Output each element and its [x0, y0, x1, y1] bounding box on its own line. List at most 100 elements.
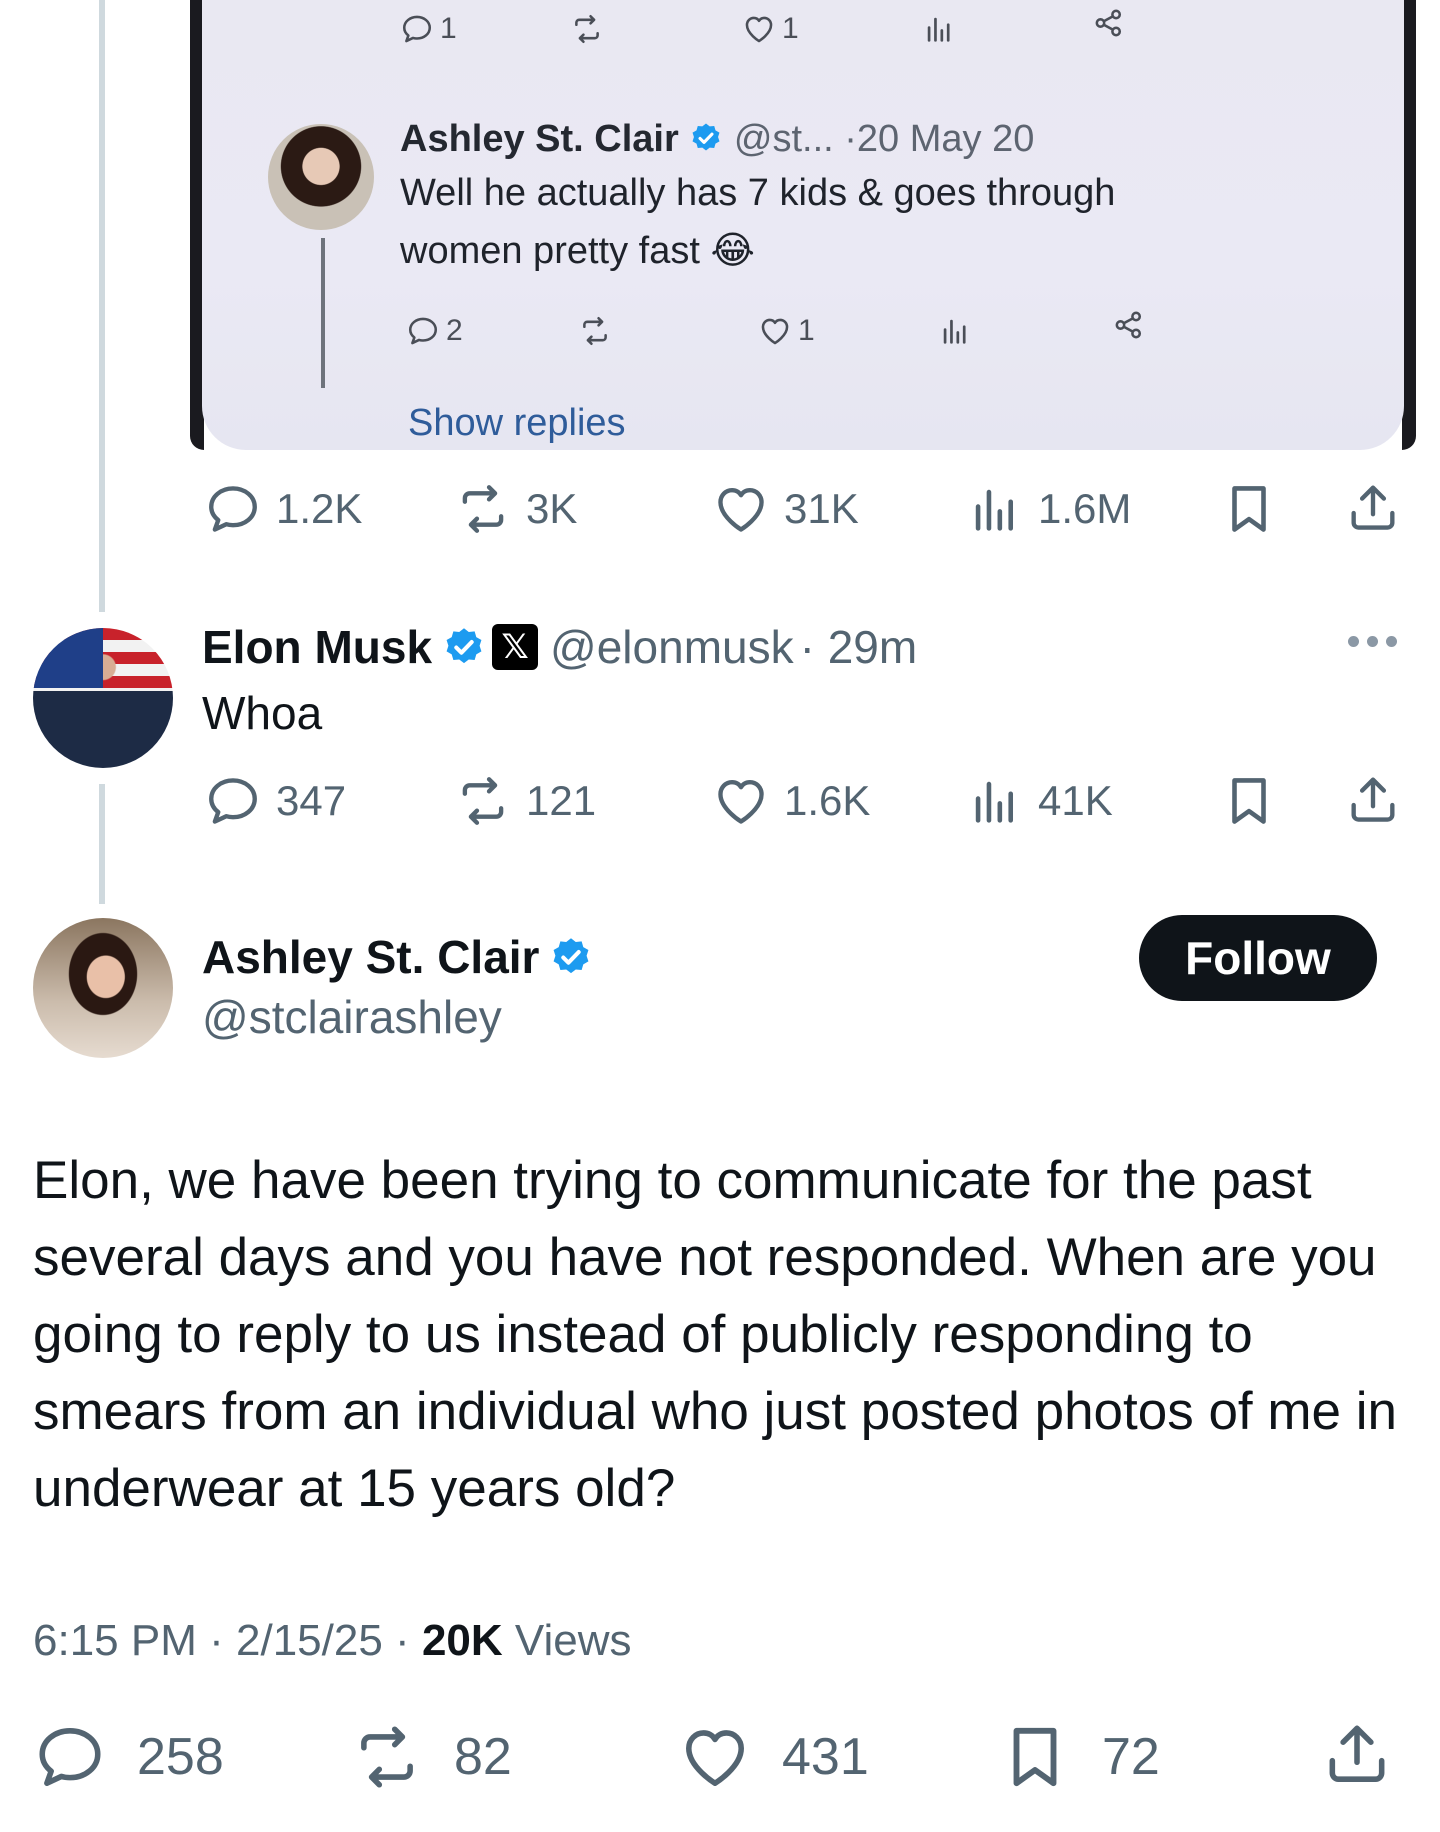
parent-views-count: 1.6M [1038, 485, 1132, 532]
elon-tweet-text: Whoa [202, 687, 323, 739]
elon-like-count: 1.6K [784, 777, 871, 824]
tweet-time[interactable]: 6:15 PM [33, 1616, 197, 1665]
parent-share-button[interactable] [1344, 478, 1416, 536]
like-icon [758, 314, 792, 348]
elon-views-button[interactable]: 41K [966, 772, 1113, 830]
repost-icon [350, 1720, 424, 1794]
verified-badge-icon [689, 121, 723, 155]
embed-like2-action: 1 [758, 314, 815, 348]
embed-reply2-action: 2 [406, 314, 463, 348]
thread-line-top [99, 0, 105, 612]
views-label: Views [514, 1616, 632, 1665]
ashley-author-name[interactable]: Ashley St. Clair [202, 930, 539, 984]
main-repost-count: 82 [454, 1728, 512, 1786]
elon-reply-count: 347 [276, 777, 347, 824]
like-icon [742, 12, 776, 46]
embed-handle: @st... [733, 118, 834, 160]
bookmark-icon [1220, 772, 1278, 830]
embed-reply-count: 1 [440, 12, 457, 45]
views-icon [966, 772, 1024, 830]
more-options-icon[interactable] [1348, 636, 1397, 647]
parent-reply-count: 1.2K [276, 485, 363, 532]
like-icon [712, 772, 770, 830]
embed-author-name: Ashley St. Clair [400, 118, 679, 160]
reply-icon [204, 480, 262, 538]
tweet-meta: 6:15 PM · 2/15/25 · 20K Views [33, 1616, 631, 1666]
meta-separator: · [209, 1616, 236, 1665]
embed-tweet-text: Well he actually has 7 kids & goes throu… [400, 172, 1116, 272]
elon-repost-button[interactable]: 121 [454, 772, 596, 830]
reply-icon [204, 772, 262, 830]
share-icon [1344, 770, 1402, 828]
embed-share2-action [1112, 308, 1146, 342]
main-reply-count: 258 [137, 1728, 224, 1786]
like-icon [678, 1720, 752, 1794]
embed-views-action [922, 12, 956, 46]
elon-share-button[interactable] [1344, 770, 1416, 828]
embed-views2-action [938, 314, 972, 348]
ashley-handle[interactable]: @stclairashley [202, 990, 502, 1044]
main-repost-button[interactable]: 82 [350, 1720, 512, 1794]
x-affiliation-icon: 𝕏 [492, 624, 539, 670]
repost-icon [454, 772, 512, 830]
reply-icon [406, 314, 440, 348]
bookmark-icon [998, 1720, 1072, 1794]
embed-show-replies: Show replies [408, 402, 626, 444]
views-icon [966, 480, 1024, 538]
elon-bookmark-button[interactable] [1220, 772, 1292, 830]
parent-views-button[interactable]: 1.6M [966, 480, 1131, 538]
views-count: 20K [421, 1616, 503, 1665]
main-like-button[interactable]: 431 [678, 1720, 869, 1794]
embed-repost2-action [578, 314, 612, 348]
parent-like-button[interactable]: 31K [712, 480, 859, 538]
follow-button[interactable]: Follow [1139, 915, 1377, 1001]
main-reply-button[interactable]: 258 [33, 1720, 224, 1794]
embed-share-action [1092, 6, 1126, 40]
photo-frame-right [1402, 0, 1416, 450]
elon-repost-count: 121 [526, 777, 597, 824]
elon-author-row: Elon Musk 𝕏 @elonmusk · 29m [202, 620, 917, 674]
elon-reply-button[interactable]: 347 [204, 772, 346, 830]
share-nodes-icon [1112, 308, 1146, 342]
embed-date: ·20 May 20 [844, 118, 1035, 160]
embed-like-action: 1 [742, 12, 799, 46]
elon-author-name[interactable]: Elon Musk [202, 620, 432, 674]
main-share-button[interactable] [1320, 1716, 1394, 1790]
verified-badge-icon [442, 625, 486, 669]
elon-time: · 29m [799, 621, 918, 673]
main-bookmark-count: 72 [1102, 1728, 1160, 1786]
elon-handle[interactable]: @elonmusk [550, 620, 794, 674]
share-nodes-icon [1092, 6, 1126, 40]
verified-badge-icon [549, 935, 593, 979]
embed-repost-action [570, 12, 604, 46]
parent-reply-button[interactable]: 1.2K [204, 480, 362, 538]
views-icon [922, 12, 956, 46]
main-tweet-text: Elon, we have been trying to communicate… [33, 1151, 1397, 1518]
meta-separator: · [395, 1616, 422, 1665]
elon-like-button[interactable]: 1.6K [712, 772, 870, 830]
parent-bookmark-button[interactable] [1220, 480, 1292, 538]
avatar-ashley[interactable] [33, 918, 173, 1058]
embed-avatar [268, 124, 374, 230]
views-icon [938, 314, 972, 348]
embedded-photo[interactable]: 1 1 Ashley St. Clair @st... ·20 May 20 W… [202, 0, 1404, 450]
elon-views-count: 41K [1038, 777, 1113, 824]
main-bookmark-button[interactable]: 72 [998, 1720, 1160, 1794]
repost-icon [454, 480, 512, 538]
reply-icon [400, 12, 434, 46]
ashley-author-row: Ashley St. Clair [202, 930, 599, 984]
parent-repost-count: 3K [526, 485, 578, 532]
embed-reply2-count: 2 [446, 314, 463, 347]
main-like-count: 431 [782, 1728, 869, 1786]
embed-thread-line [321, 238, 325, 388]
thread-line-middle [99, 784, 105, 904]
repost-icon [570, 12, 604, 46]
embed-like2-count: 1 [798, 314, 815, 347]
bookmark-icon [1220, 480, 1278, 538]
tweet-date[interactable]: 2/15/25 [236, 1616, 383, 1665]
embed-reply-action: 1 [400, 12, 457, 46]
parent-repost-button[interactable]: 3K [454, 480, 577, 538]
avatar-elon[interactable] [33, 628, 173, 768]
reply-icon [33, 1720, 107, 1794]
embed-like-count: 1 [782, 12, 799, 45]
